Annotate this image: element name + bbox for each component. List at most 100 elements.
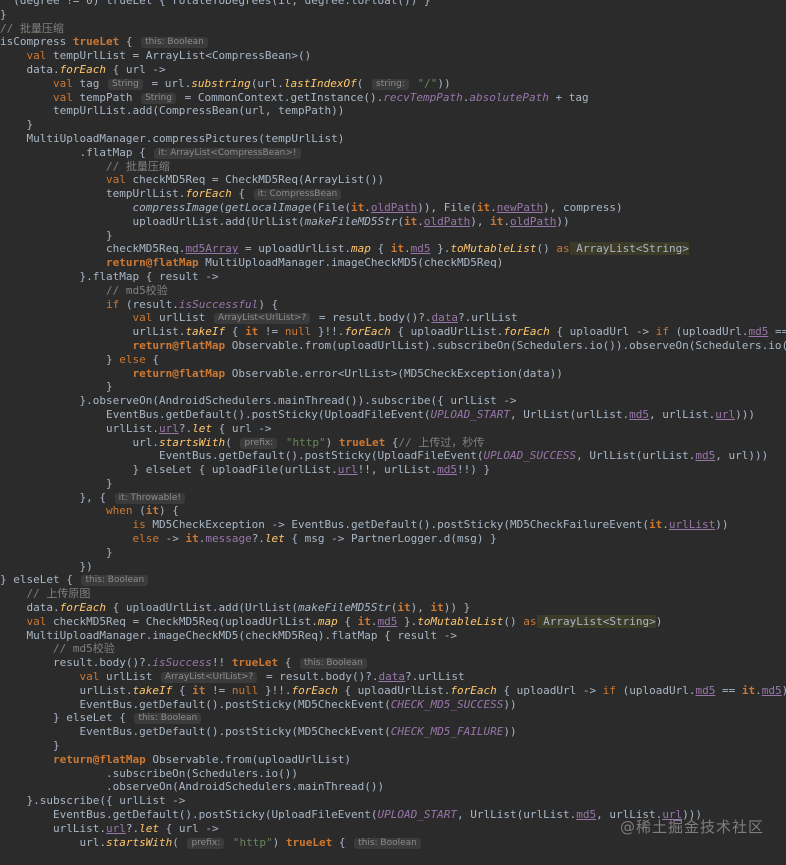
code-line[interactable]: } <box>0 546 786 560</box>
code-line[interactable]: tempUrlList.add(CompressBean(url, tempPa… <box>0 104 786 118</box>
code-line[interactable]: val tempPath String = CommonContext.getI… <box>0 91 786 105</box>
code-line[interactable]: MultiUploadManager.imageCheckMD5(checkMD… <box>0 629 786 643</box>
code-line[interactable]: result.body()?.isSuccess!! trueLet { thi… <box>0 656 786 670</box>
code-line[interactable]: urlList.url?.let { url -> <box>0 422 786 436</box>
code-line[interactable]: EventBus.getDefault().postSticky(UploadF… <box>0 449 786 463</box>
code-line[interactable]: // 批量压缩 <box>0 22 786 36</box>
code-line[interactable]: uploadUrlList.add(UrlList(makeFileMD5Str… <box>0 215 786 229</box>
code-token: MD5CheckException -> EventBus.getDefault… <box>145 518 650 532</box>
code-line[interactable]: EventBus.getDefault().postSticky(MD5Chec… <box>0 698 786 712</box>
code-line[interactable]: .flatMap { it: ArrayList<CompressBean>! <box>0 146 786 160</box>
code-line[interactable]: }) <box>0 560 786 574</box>
inlay-type-hint: this: Boolean <box>354 837 421 849</box>
code-line[interactable]: } <box>0 8 786 22</box>
code-token: { <box>370 242 391 256</box>
code-line[interactable]: MultiUploadManager.compressPictures(temp… <box>0 132 786 146</box>
code-token: it <box>430 601 444 615</box>
code-line[interactable]: EventBus.getDefault().postSticky(MD5Chec… <box>0 725 786 739</box>
code-line[interactable]: when (it) { <box>0 504 786 518</box>
code-line[interactable]: else -> it.message?.let { msg -> Partner… <box>0 532 786 546</box>
code-token: md5 <box>748 325 769 339</box>
code-line[interactable]: .observeOn(AndroidSchedulers.mainThread(… <box>0 780 786 794</box>
code-token: } <box>0 380 113 394</box>
code-token: = uploadUrlList. <box>238 242 352 256</box>
code-line[interactable]: url.startsWith( prefix: "http") trueLet … <box>0 436 786 450</box>
code-line[interactable]: return@flatMap Observable.from(uploadUrl… <box>0 339 786 353</box>
code-line[interactable]: // md5校验 <box>0 642 786 656</box>
code-token: UPLOAD_START <box>430 407 510 421</box>
code-token: url <box>337 463 358 477</box>
code-token: checkMD5Req = CheckMD5Req(ArrayList()) <box>125 173 385 187</box>
code-token: as <box>523 614 537 628</box>
code-line[interactable]: } <box>0 229 786 243</box>
code-line[interactable]: } elseLet { this: Boolean <box>0 711 786 725</box>
code-token: (url. <box>250 76 284 90</box>
code-token: { <box>385 435 399 449</box>
code-line[interactable]: }.subscribe({ urlList -> <box>0 794 786 808</box>
code-token: ))) <box>735 407 756 421</box>
code-token: takeIf <box>132 683 173 697</box>
code-token: toMutableList <box>450 242 537 256</box>
code-line[interactable]: urlList.takeIf { it != null }!!.forEach … <box>0 325 786 339</box>
code-line[interactable]: } else { <box>0 353 786 367</box>
code-line[interactable]: urlList.takeIf { it != null }!!.forEach … <box>0 684 786 698</box>
code-line[interactable]: val tempUrlList = ArrayList<CompressBean… <box>0 49 786 63</box>
code-token: !! <box>211 656 232 670</box>
code-line[interactable]: url.startsWith( prefix: "http") trueLet … <box>0 836 786 850</box>
code-token: trueLet <box>231 656 279 670</box>
code-line[interactable]: EventBus.getDefault().postSticky(UploadF… <box>0 408 786 422</box>
code-line[interactable]: isCompress trueLet { this: Boolean <box>0 35 786 49</box>
code-token: tempUrlList.add(CompressBean(url, tempPa… <box>0 104 345 118</box>
code-token: } <box>0 7 7 21</box>
code-editor[interactable]: (degree != 0) trueLet { rotateToDegrees(… <box>0 0 786 865</box>
code-line[interactable]: } elseLet { this: Boolean <box>0 573 786 587</box>
code-token: isCompress <box>0 35 73 49</box>
code-line[interactable]: } <box>0 380 786 394</box>
code-line[interactable]: } <box>0 739 786 753</box>
code-line[interactable]: // 上传原图 <box>0 587 786 601</box>
code-line[interactable]: // md5校验 <box>0 284 786 298</box>
code-line[interactable]: }, { it: Throwable! <box>0 491 786 505</box>
code-line[interactable]: return@flatMap MultiUploadManager.imageC… <box>0 256 786 270</box>
code-token: } <box>0 352 120 366</box>
code-token: () <box>536 242 557 256</box>
code-line[interactable]: val urlList ArrayList<UrlList>? = result… <box>0 311 786 325</box>
code-line[interactable]: if (result.isSuccessful) { <box>0 298 786 312</box>
code-line[interactable]: data.forEach { url -> <box>0 63 786 77</box>
code-token: trueLet <box>285 835 333 849</box>
code-line[interactable]: }.flatMap { result -> <box>0 270 786 284</box>
code-token: , url))) <box>715 449 769 463</box>
code-token: CHECK_MD5_FAILURE <box>390 725 504 739</box>
code-line[interactable]: } <box>0 477 786 491</box>
code-line[interactable]: val tag String = url.substring(url.lastI… <box>0 77 786 91</box>
code-line[interactable]: checkMD5Req.md5Array = uploadUrlList.map… <box>0 242 786 256</box>
code-lines[interactable]: (degree != 0) trueLet { rotateToDegrees(… <box>0 0 786 849</box>
code-line[interactable]: } <box>0 118 786 132</box>
code-line[interactable]: }.observeOn(AndroidSchedulers.mainThread… <box>0 394 786 408</box>
code-token: = result.body()?. <box>312 311 432 325</box>
code-line[interactable]: compressImage(getLocalImage(File(it.oldP… <box>0 201 786 215</box>
code-token: )) <box>556 214 570 228</box>
code-line[interactable]: data.forEach { uploadUrlList.add(UrlList… <box>0 601 786 615</box>
code-line[interactable]: is MD5CheckException -> EventBus.getDefa… <box>0 518 786 532</box>
code-line[interactable]: val checkMD5Req = CheckMD5Req(ArrayList(… <box>0 173 786 187</box>
code-line[interactable]: val checkMD5Req = CheckMD5Req(uploadUrlL… <box>0 614 786 629</box>
code-token: (uploadUrl. <box>615 683 696 697</box>
code-line[interactable]: // 批量压缩 <box>0 160 786 174</box>
code-line[interactable]: return@flatMap Observable.from(uploadUrl… <box>0 753 786 767</box>
code-line[interactable]: return@flatMap Observable.error<UrlList>… <box>0 367 786 381</box>
inlay-type-hint: it: CompressBean <box>253 189 342 201</box>
code-line[interactable]: val urlList ArrayList<UrlList>? = result… <box>0 670 786 684</box>
code-line[interactable]: (degree != 0) trueLet { rotateToDegrees(… <box>0 0 786 8</box>
code-token: urlList. <box>0 325 186 339</box>
code-token: )) <box>503 697 517 711</box>
code-token: , UrlList(urlList. <box>456 808 577 822</box>
code-line[interactable]: .subscribeOn(Schedulers.io()) <box>0 767 786 781</box>
code-line[interactable]: tempUrlList.forEach { it: CompressBean <box>0 187 786 201</box>
code-token: url. <box>0 835 106 849</box>
code-line[interactable]: } elseLet { uploadFile(urlList.url!!, ur… <box>0 463 786 477</box>
